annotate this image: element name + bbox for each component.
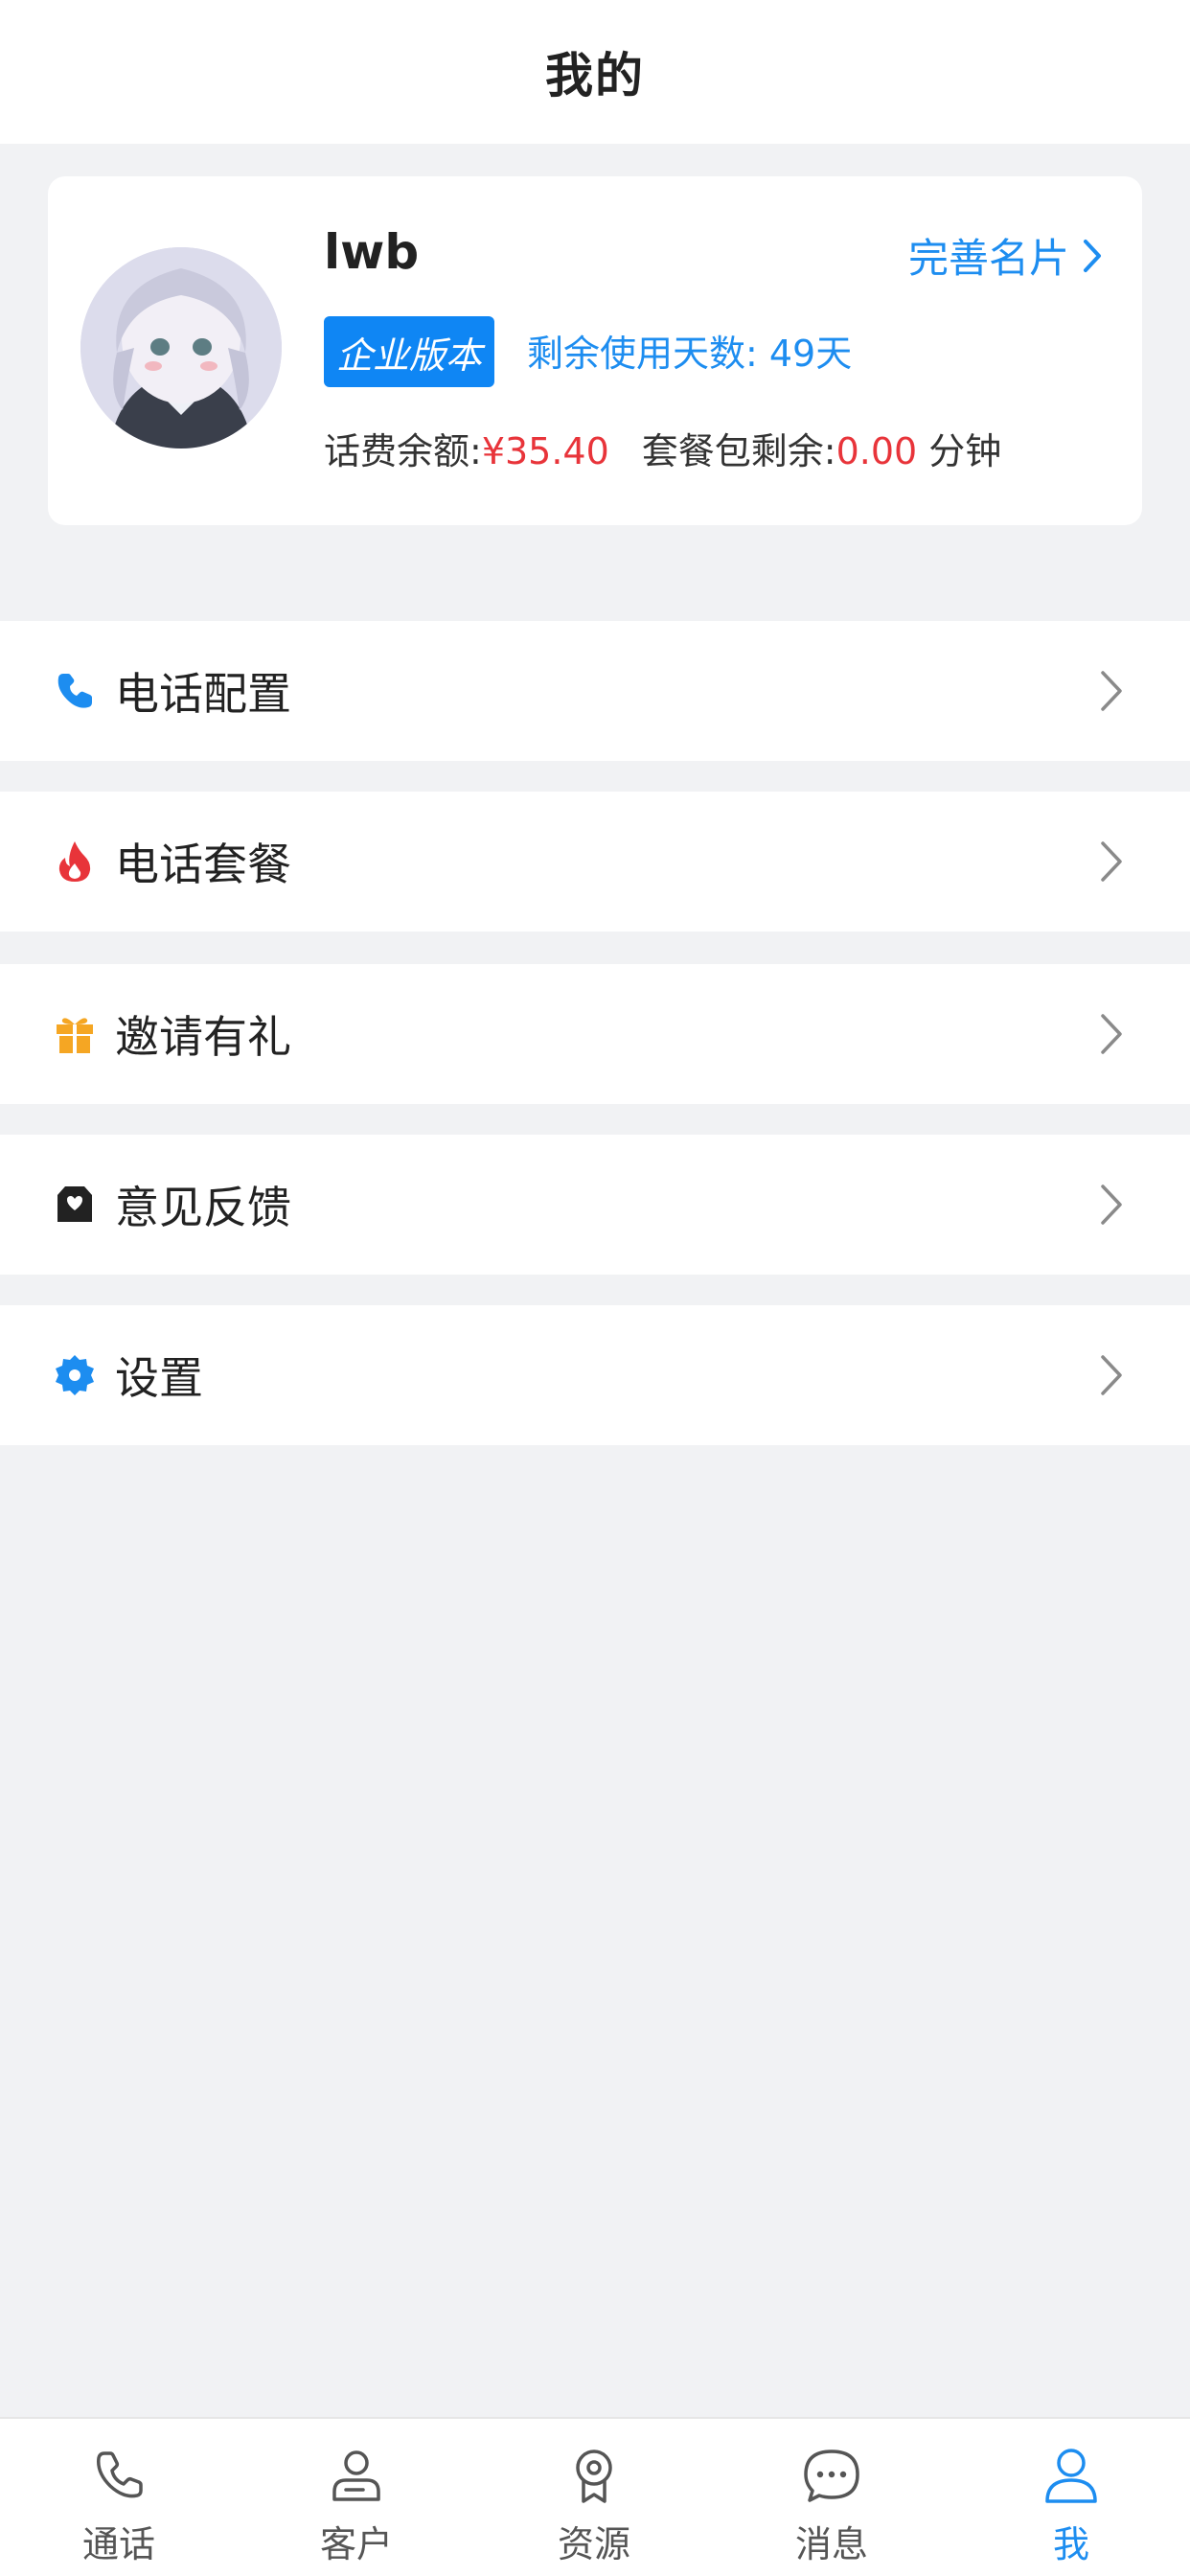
customer-icon — [325, 2444, 388, 2507]
tab-label: 客户 — [319, 2523, 393, 2565]
package-unit: 分钟 — [928, 430, 1002, 472]
edit-card-label: 完善名片 — [907, 235, 1069, 282]
menu-label: 意见反馈 — [115, 1182, 291, 1233]
feedback-mail-icon — [52, 1182, 98, 1228]
balance-label: 话费余额: — [324, 430, 482, 472]
menu-label: 设置 — [115, 1352, 203, 1404]
phone-call-icon — [87, 2444, 150, 2507]
balance-value: ¥35.40 — [481, 430, 609, 472]
days-left-text: 剩余使用天数: 49天 — [527, 333, 853, 375]
menu-item-phone-package[interactable]: 电话套餐 — [0, 792, 1190, 932]
menu-label: 电话配置 — [115, 668, 291, 720]
message-bubble-icon — [800, 2444, 863, 2507]
username: lwb — [324, 224, 420, 280]
chevron-right-icon — [1100, 840, 1123, 884]
me-user-icon — [1040, 2444, 1103, 2507]
tab-label: 我 — [1052, 2523, 1089, 2565]
edition-badge: 企业版本 — [324, 316, 494, 387]
tab-resources[interactable]: 资源 — [475, 2419, 713, 2576]
tab-bar: 通话 客户 资源 消息 我 — [0, 2417, 1190, 2576]
package-label: 套餐包剩余: — [641, 430, 836, 472]
tab-label: 消息 — [794, 2523, 868, 2565]
menu-label: 电话套餐 — [115, 839, 291, 890]
menu-item-feedback[interactable]: 意见反馈 — [0, 1135, 1190, 1275]
menu-item-phone-config[interactable]: 电话配置 — [0, 621, 1190, 761]
avatar[interactable] — [80, 247, 282, 448]
chevron-right-icon — [1100, 1353, 1123, 1397]
tab-label: 资源 — [557, 2523, 630, 2565]
flame-icon — [52, 839, 98, 885]
resource-badge-icon — [562, 2444, 626, 2507]
tab-customers[interactable]: 客户 — [238, 2419, 475, 2576]
chevron-right-icon — [1083, 239, 1102, 273]
balance-row: 话费余额:¥35.40 套餐包剩余:0.00 分钟 — [324, 422, 1001, 474]
tab-messages[interactable]: 消息 — [713, 2419, 950, 2576]
phone-icon — [52, 668, 98, 714]
menu-label: 邀请有礼 — [115, 1011, 291, 1063]
menu-item-settings[interactable]: 设置 — [0, 1305, 1190, 1445]
settings-gear-icon — [52, 1352, 98, 1398]
nav-bar: 我的 — [0, 0, 1190, 144]
chevron-right-icon — [1100, 669, 1123, 713]
chevron-right-icon — [1100, 1183, 1123, 1227]
tab-calls[interactable]: 通话 — [0, 2419, 238, 2576]
tab-label: 通话 — [81, 2523, 155, 2565]
page-title: 我的 — [545, 48, 645, 104]
gift-icon — [52, 1011, 98, 1057]
profile-card: lwb 完善名片 企业版本 剩余使用天数: 49天 话费余额:¥35.40 套餐包… — [48, 176, 1142, 525]
package-value: 0.00 — [835, 430, 918, 472]
chevron-right-icon — [1100, 1012, 1123, 1056]
tab-me[interactable]: 我 — [952, 2419, 1190, 2576]
menu-item-invite-gift[interactable]: 邀请有礼 — [0, 964, 1190, 1104]
edit-card-link[interactable]: 完善名片 — [908, 226, 1102, 285]
